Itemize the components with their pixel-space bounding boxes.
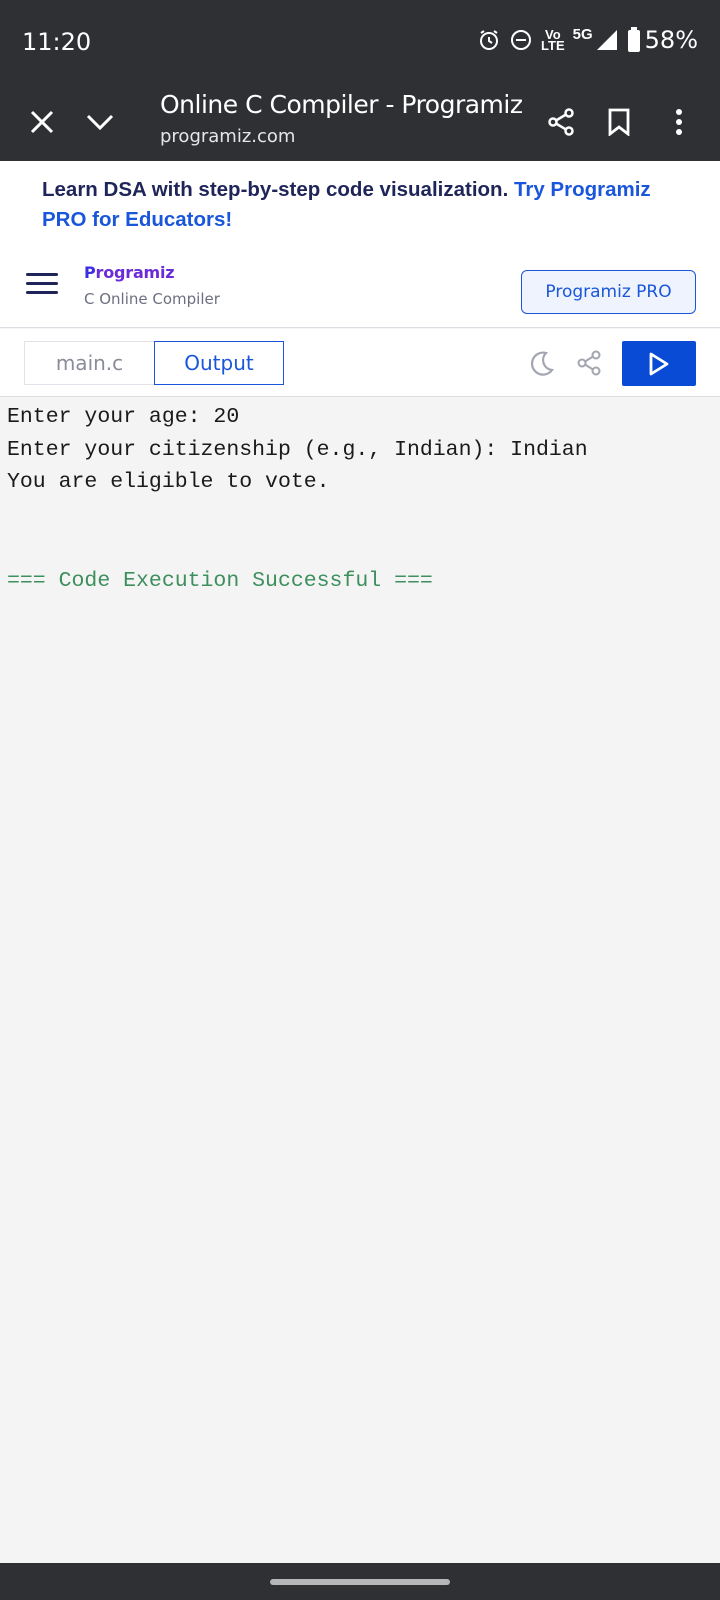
share-icon[interactable]	[571, 345, 607, 381]
compiler-subtitle: C Online Compiler	[84, 290, 220, 308]
page-domain: programiz.com	[160, 126, 296, 147]
moon-icon[interactable]	[524, 345, 560, 381]
hamburger-menu-icon[interactable]	[24, 267, 60, 301]
battery-level: 58%	[644, 26, 698, 54]
programiz-pro-button[interactable]: Programiz PRO	[521, 270, 696, 314]
gesture-handle[interactable]	[270, 1579, 450, 1585]
lte-label: LTE	[541, 38, 565, 53]
play-icon	[649, 352, 669, 375]
page-title: Online C Compiler - Programiz	[160, 90, 523, 119]
output-line: Enter your citizenship (e.g., Indian): I…	[7, 437, 588, 462]
logo-text: rogramiz	[95, 263, 175, 282]
tab-main-c[interactable]: main.c	[24, 341, 155, 385]
promo-text: Learn DSA with step-by-step code visuali…	[42, 178, 514, 201]
signal-icon	[595, 28, 619, 52]
share-icon[interactable]	[537, 98, 585, 146]
dnd-icon	[509, 28, 533, 52]
close-icon[interactable]	[18, 98, 66, 146]
network-type: 5G	[572, 25, 593, 43]
logo-initial: P	[84, 263, 96, 282]
output-line: You are eligible to vote.	[7, 470, 330, 494]
site-nav: Programiz C Online Compiler Programiz PR…	[0, 247, 720, 328]
system-nav-bar	[0, 1563, 720, 1600]
run-button[interactable]	[622, 341, 696, 386]
output-line: Enter your age: 20	[7, 405, 240, 429]
browser-header: Online C Compiler - Programiz programiz.…	[0, 84, 720, 161]
programiz-logo[interactable]: Programiz	[84, 263, 175, 282]
volte-icon: Vo LTE	[541, 28, 565, 53]
execution-status: === Code Execution Successful ===	[7, 568, 433, 593]
tab-output[interactable]: Output	[154, 341, 284, 385]
promo-banner: Learn DSA with step-by-step code visuali…	[0, 161, 720, 247]
chevron-down-icon[interactable]	[76, 98, 124, 146]
bookmark-icon[interactable]	[595, 98, 643, 146]
alarm-icon	[477, 28, 501, 52]
editor-toolbar: main.c Output	[0, 329, 720, 397]
battery-icon	[627, 27, 641, 53]
more-vert-icon[interactable]	[655, 98, 703, 146]
output-console: Enter your age: 20 Enter your citizenshi…	[0, 397, 720, 1563]
status-icons: Vo LTE 5G 58%	[477, 26, 698, 54]
status-time: 11:20	[22, 28, 92, 56]
status-bar: 11:20 Vo LTE 5G 58%	[0, 0, 720, 84]
